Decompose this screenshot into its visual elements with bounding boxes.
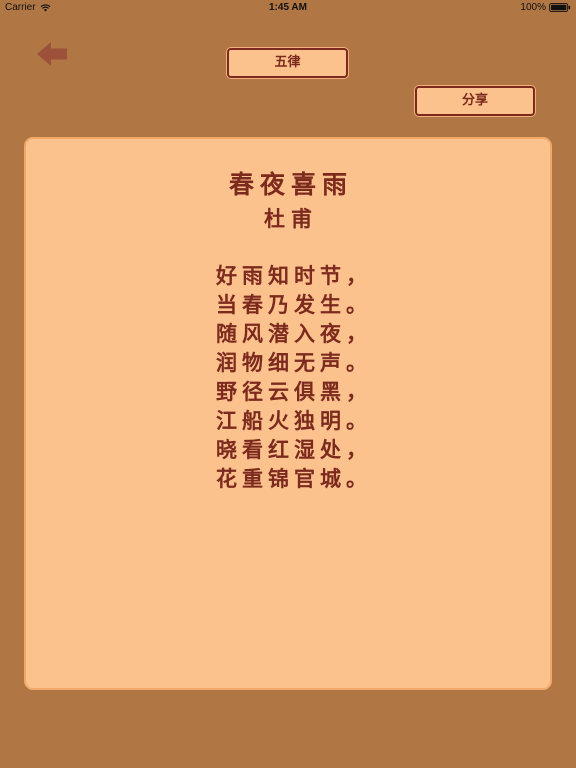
status-bar: Carrier 1:45 AM 100%	[0, 0, 576, 16]
poem-author: 杜甫	[264, 206, 318, 231]
back-button[interactable]	[36, 40, 70, 68]
battery-icon	[549, 3, 571, 12]
poem-lines: 好雨知时节， 当春乃发生。 随风潜入夜， 润物细无声。 野径云俱黑， 江船火独明…	[216, 261, 372, 493]
share-button[interactable]: 分享	[415, 86, 535, 116]
poem-line: 当春乃发生。	[216, 292, 372, 317]
poem-line: 江船火独明。	[216, 408, 372, 433]
poem-card: 春夜喜雨 杜甫 好雨知时节， 当春乃发生。 随风潜入夜， 润物细无声。 野径云俱…	[24, 137, 552, 690]
poem-line: 好雨知时节，	[216, 263, 372, 288]
back-arrow-icon	[37, 42, 67, 66]
poem-line: 野径云俱黑，	[216, 379, 372, 404]
poem-line: 润物细无声。	[216, 350, 372, 375]
status-time: 1:45 AM	[269, 2, 307, 13]
poem-line: 晓看红湿处，	[216, 437, 372, 462]
poem-title: 春夜喜雨	[228, 170, 353, 199]
poem-form-button[interactable]: 五律	[227, 48, 348, 78]
battery-percent: 100%	[520, 2, 546, 13]
poem-line: 花重锦官城。	[216, 466, 372, 491]
poem-line: 随风潜入夜，	[216, 321, 372, 346]
status-right: 100%	[520, 2, 571, 13]
